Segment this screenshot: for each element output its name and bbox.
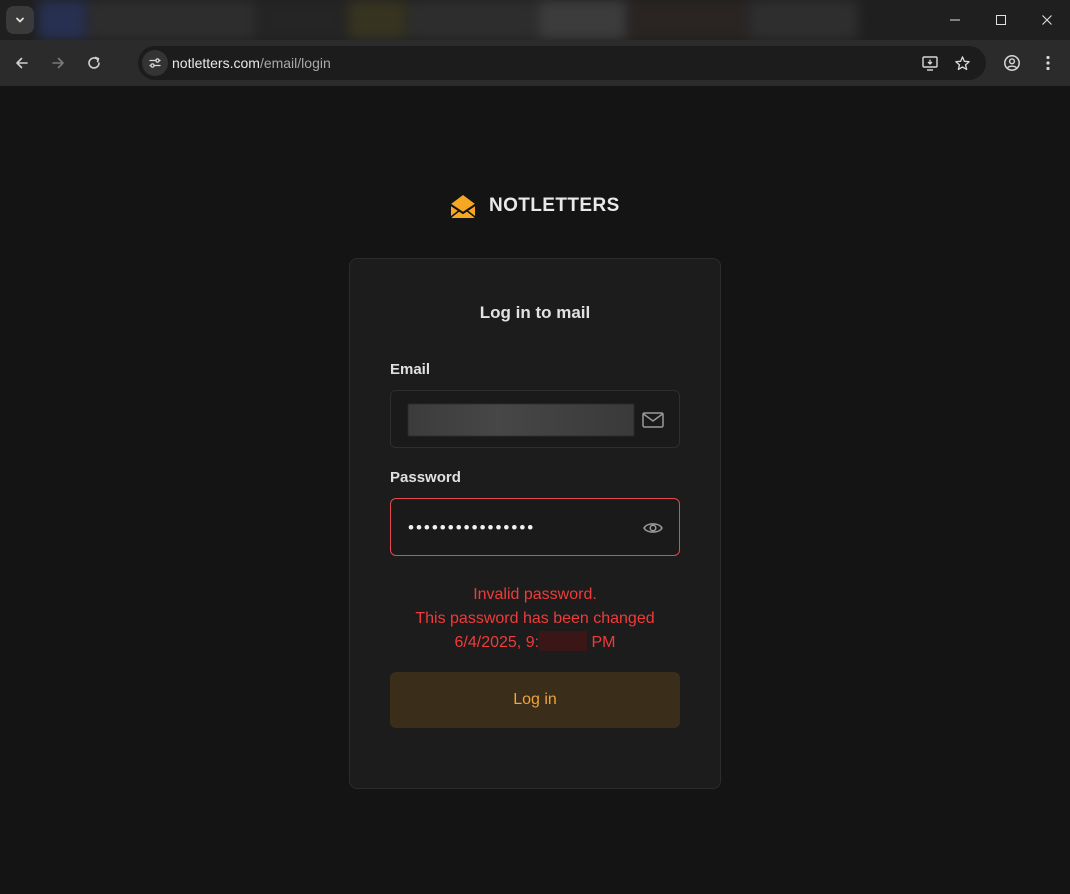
close-window-button[interactable] (1024, 0, 1070, 40)
password-field (390, 498, 680, 556)
install-app-icon (922, 56, 938, 71)
envelope-logo-icon (450, 195, 476, 218)
redacted-time (539, 631, 588, 651)
password-label: Password (390, 469, 461, 486)
url-host: notletters.com (172, 55, 260, 71)
install-app-button[interactable] (918, 51, 942, 75)
brand-name: NOTLETTERS (489, 195, 620, 216)
address-bar[interactable]: notletters.com/email/login (138, 46, 986, 80)
bookmark-button[interactable] (950, 51, 974, 75)
site-info-button[interactable] (142, 50, 168, 76)
browser-titlebar (0, 0, 1070, 40)
email-input[interactable] (408, 404, 634, 436)
maximize-button[interactable] (978, 0, 1024, 40)
password-input[interactable] (408, 512, 634, 544)
back-button[interactable] (8, 49, 36, 77)
tab-strip-blurred (38, 0, 858, 40)
error-line-3: 6/4/2025, 9: PM (350, 631, 720, 655)
error-line-1: Invalid password. (473, 586, 597, 603)
email-label: Email (390, 361, 431, 378)
minimize-icon (950, 19, 960, 21)
browser-toolbar: notletters.com/email/login (0, 40, 1070, 86)
close-icon (1042, 15, 1052, 25)
mail-icon-wrap (641, 408, 665, 432)
reload-icon (88, 56, 100, 69)
reload-button[interactable] (80, 49, 108, 77)
tab-search-button[interactable] (6, 6, 34, 34)
card-title: Log in to mail (479, 303, 591, 322)
mail-icon (642, 412, 664, 428)
toggle-password-visibility[interactable] (641, 516, 665, 540)
login-card: Log in to mail Email Password Invalid pa… (349, 258, 721, 789)
more-menu-icon (1046, 55, 1050, 71)
email-field (390, 390, 680, 448)
maximize-icon (996, 15, 1006, 25)
forward-arrow-icon (52, 57, 64, 69)
eye-icon (643, 523, 663, 533)
chevron-down-icon (16, 17, 24, 23)
login-button[interactable]: Log in (390, 672, 680, 728)
error-ampm: PM (591, 634, 616, 651)
error-date: 6/4/2025, 9: (454, 634, 540, 651)
more-menu-button[interactable] (1035, 50, 1061, 76)
error-message: Invalid password. This password has been… (350, 583, 720, 655)
url-path: /email/login (259, 55, 331, 71)
site-settings-icon (149, 58, 161, 68)
login-page: NOTLETTERS Log in to mail Email Password… (0, 86, 1070, 894)
profile-button[interactable] (999, 50, 1025, 76)
error-line-2: This password has been changed (415, 610, 655, 627)
forward-button[interactable] (44, 49, 72, 77)
url-text[interactable]: notletters.com/email/login (172, 55, 331, 71)
star-icon (954, 55, 970, 70)
brand-logo: NOTLETTERS (449, 192, 620, 220)
profile-icon (1004, 55, 1020, 71)
back-arrow-icon (16, 57, 28, 69)
minimize-button[interactable] (932, 0, 978, 40)
